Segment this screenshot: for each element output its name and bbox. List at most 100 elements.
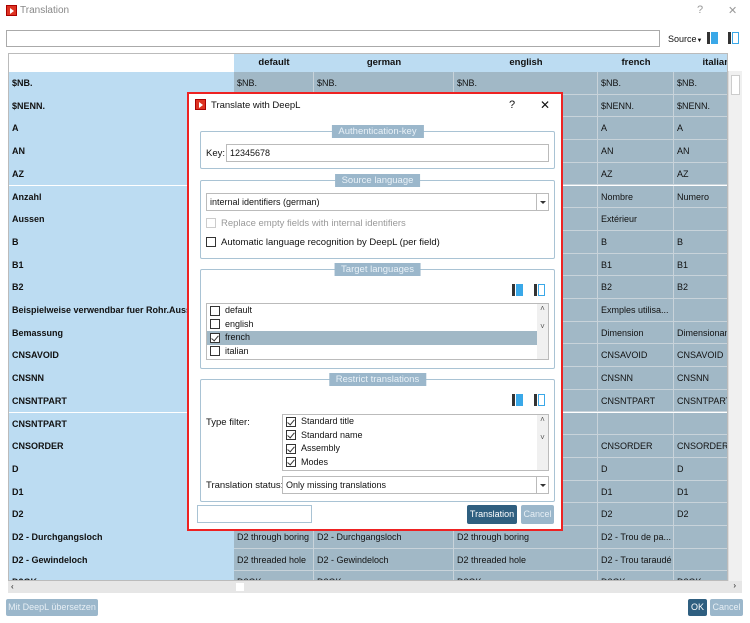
auto-recognition-checkbox[interactable]: Automatic language recognition by DeepL …	[206, 237, 440, 248]
checkbox[interactable]	[210, 305, 220, 316]
checkbox[interactable]	[286, 416, 296, 427]
table-cell[interactable]: D1	[598, 480, 674, 504]
table-cell[interactable]: D2 - Trou taraudé	[598, 548, 674, 572]
translation-button[interactable]: Translation	[467, 505, 517, 524]
table-cell[interactable]: D2GK	[598, 571, 674, 580]
table-cell[interactable]: B2	[674, 276, 727, 299]
column-header-italian[interactable]: italian	[674, 54, 727, 72]
vertical-scrollbar[interactable]	[728, 71, 742, 581]
list-item[interactable]: default	[207, 304, 537, 318]
key-input[interactable]: 12345678	[226, 144, 549, 162]
source-dropdown[interactable]: Source▼	[668, 34, 702, 44]
translation-status-select[interactable]: Only missing translations	[282, 476, 549, 494]
table-cell[interactable]: D2	[674, 503, 727, 526]
table-cell[interactable]: B1	[598, 253, 674, 277]
list-item[interactable]: Assembly	[283, 442, 537, 456]
table-cell[interactable]: CNSAVOID	[674, 344, 727, 368]
table-cell[interactable]: CNSNTPART	[674, 389, 727, 413]
checkbox[interactable]	[210, 346, 220, 357]
list-item[interactable]: Standard title	[283, 415, 537, 429]
deepl-translate-button[interactable]: Mit DeepL übersetzen	[6, 599, 98, 616]
table-cell[interactable]: $NENN.	[674, 94, 727, 118]
help-button[interactable]: ?	[697, 4, 703, 16]
table-cell[interactable]: D2 - Gewindeloch	[314, 548, 454, 572]
table-cell[interactable]: AZ	[674, 162, 727, 186]
table-cell[interactable]: CNSORDER	[674, 435, 727, 458]
checkbox[interactable]	[286, 457, 296, 468]
table-cell[interactable]: Dimension	[598, 321, 674, 345]
table-cell[interactable]: D	[674, 457, 727, 481]
dialog-close-button[interactable]: ✕	[540, 98, 550, 112]
list-scrollbar[interactable]: ˄ ˅	[537, 304, 548, 359]
table-cell[interactable]	[674, 548, 727, 572]
table-cell[interactable]: A	[598, 117, 674, 141]
table-cell[interactable]: Extérieur	[598, 208, 674, 231]
list-item[interactable]: Standard name	[283, 429, 537, 443]
table-cell[interactable]: $NENN.	[598, 94, 674, 118]
list-item[interactable]: italian	[207, 345, 537, 359]
table-cell[interactable]: CNSNN	[598, 367, 674, 390]
horizontal-scrollbar[interactable]: ‹ ›	[8, 581, 742, 593]
collapse-all-icon[interactable]	[728, 32, 740, 44]
target-language-list[interactable]: default english french italian ˄ ˅	[206, 303, 549, 360]
table-cell[interactable]	[674, 412, 727, 436]
table-cell[interactable]: AN	[674, 140, 727, 163]
dialog-cancel-button[interactable]: Cancel	[521, 505, 554, 524]
table-cell[interactable]: CNSNTPART	[598, 389, 674, 413]
table-cell[interactable]: B1	[674, 253, 727, 277]
table-cell[interactable]: CNSORDER	[598, 435, 674, 458]
table-cell[interactable]	[674, 526, 727, 549]
table-cell[interactable]: D2 threaded hole	[454, 548, 598, 572]
row-key[interactable]: D2GK	[9, 571, 234, 580]
table-cell[interactable]: D2	[598, 503, 674, 526]
dialog-help-button[interactable]: ?	[509, 99, 515, 111]
source-language-select[interactable]: internal identifiers (german)	[206, 193, 549, 211]
table-cell[interactable]: AZ	[598, 162, 674, 186]
type-filter-list[interactable]: Standard title Standard name Assembly Modes…	[282, 414, 549, 471]
checkbox[interactable]	[286, 430, 296, 441]
list-item[interactable]: english	[207, 318, 537, 332]
list-item[interactable]: french	[207, 331, 537, 345]
table-cell[interactable]: B	[598, 230, 674, 254]
table-cell[interactable]: CNSNN	[674, 367, 727, 390]
table-cell[interactable]: D2GK	[674, 571, 727, 580]
checkbox[interactable]	[210, 319, 220, 330]
table-cell[interactable]: D2 threaded hole	[234, 548, 314, 572]
column-header-german[interactable]: german	[314, 54, 454, 72]
select-all-icon[interactable]	[512, 284, 524, 296]
table-cell[interactable]: Numero	[674, 185, 727, 209]
table-cell[interactable]: D2 - Trou de pa...	[598, 526, 674, 549]
deselect-all-icon[interactable]	[534, 284, 546, 296]
table-cell[interactable]: CNSAVOID	[598, 344, 674, 368]
row-key[interactable]: D2 - Gewindeloch	[9, 548, 234, 572]
table-cell[interactable]: Nombre	[598, 185, 674, 209]
deselect-all-types-icon[interactable]	[534, 394, 546, 406]
list-scrollbar[interactable]: ˄ ˅	[537, 415, 548, 470]
select-all-types-icon[interactable]	[512, 394, 524, 406]
table-cell[interactable]: B2	[598, 276, 674, 299]
expand-all-icon[interactable]	[707, 32, 719, 44]
close-button[interactable]: ✕	[728, 4, 737, 17]
list-item[interactable]: Modes	[283, 456, 537, 470]
ok-button[interactable]: OK	[688, 599, 707, 616]
table-cell[interactable]: A	[674, 117, 727, 141]
table-cell[interactable]	[674, 208, 727, 231]
table-cell[interactable]	[598, 412, 674, 436]
table-cell[interactable]	[674, 299, 727, 322]
column-header-french[interactable]: french	[598, 54, 674, 72]
checkbox[interactable]	[286, 443, 296, 454]
filter-input[interactable]	[6, 30, 660, 47]
column-header-english[interactable]: english	[454, 54, 598, 72]
table-cell[interactable]: Dimensionam	[674, 321, 727, 345]
table-cell[interactable]: D2GK	[314, 571, 454, 580]
column-header-default[interactable]: default	[234, 54, 314, 72]
table-cell[interactable]: D2GK	[234, 571, 314, 580]
table-cell[interactable]: D2GK	[454, 571, 598, 580]
table-cell[interactable]: D	[598, 457, 674, 481]
table-cell[interactable]: $NB.	[598, 72, 674, 95]
cancel-button[interactable]: Cancel	[710, 599, 743, 616]
table-cell[interactable]: $NB.	[674, 72, 727, 95]
table-cell[interactable]: B	[674, 230, 727, 254]
table-cell[interactable]: Exmples utilisa...	[598, 299, 674, 322]
table-cell[interactable]: AN	[598, 140, 674, 163]
